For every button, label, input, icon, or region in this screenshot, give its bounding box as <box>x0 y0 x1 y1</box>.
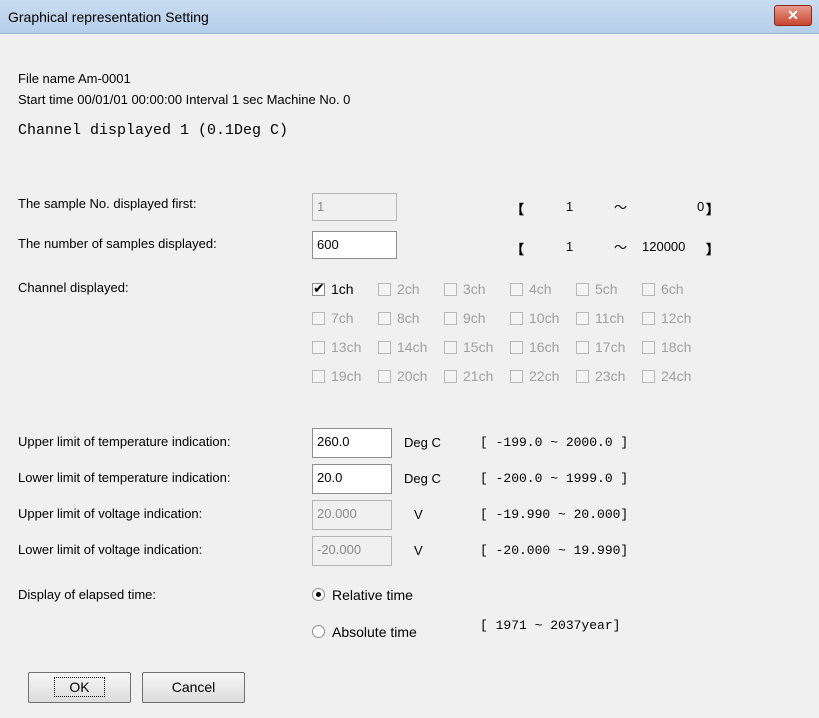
channel-label-3ch: 3ch <box>463 281 486 297</box>
channel-checkbox-6ch[interactable] <box>642 283 655 296</box>
close-button[interactable]: ✕ <box>774 5 812 26</box>
channel-label-19ch: 19ch <box>331 368 362 384</box>
start-time-text: Start time 00/01/01 00:00:00 Interval 1 … <box>18 92 351 107</box>
channel-checkbox-5ch[interactable] <box>576 283 589 296</box>
channel-displayed-label: Channel displayed: <box>18 280 129 295</box>
volt-lower-range: [ -20.000 ~ 19.990] <box>480 543 629 558</box>
sample-first-input[interactable]: 1 <box>312 193 397 221</box>
channel-label-8ch: 8ch <box>397 310 420 326</box>
volt-lower-unit: V <box>414 543 423 558</box>
channel-label-15ch: 15ch <box>463 339 494 355</box>
channel-checkbox-1ch[interactable]: ✔ <box>312 280 325 296</box>
channel-label-24ch: 24ch <box>661 368 692 384</box>
ok-button[interactable]: OK <box>28 672 131 703</box>
temp-upper-range: [ -199.0 ~ 2000.0 ] <box>480 435 629 450</box>
channel-checkbox-23ch[interactable] <box>576 370 589 383</box>
channel-checkbox-24ch[interactable] <box>642 370 655 383</box>
sample-count-range-close: 】 <box>706 242 720 257</box>
relative-time-radio[interactable] <box>312 588 325 601</box>
check-icon: ✔ <box>313 280 325 296</box>
temp-upper-label: Upper limit of temperature indication: <box>18 434 231 449</box>
sample-first-range-close: 】 <box>706 202 720 217</box>
channel-info-text: Channel displayed 1 (0.1Deg C) <box>18 122 289 139</box>
absolute-time-radio[interactable] <box>312 625 325 638</box>
window-title: Graphical representation Setting <box>8 9 209 25</box>
channel-checkbox-19ch[interactable] <box>312 370 325 383</box>
sample-count-range-open: 【 <box>511 242 525 257</box>
volt-upper-range: [ -19.990 ~ 20.000] <box>480 507 629 522</box>
sample-first-range-open: 【 <box>511 202 525 217</box>
temp-upper-unit: Deg C <box>404 435 441 450</box>
channel-checkbox-8ch[interactable] <box>378 312 391 325</box>
file-name-text: File name Am-0001 <box>18 71 131 86</box>
channel-label-11ch: 11ch <box>595 310 625 326</box>
volt-upper-input[interactable]: 20.000 <box>312 500 392 530</box>
absolute-time-label: Absolute time <box>332 624 417 640</box>
radio-selected-dot <box>316 592 321 597</box>
channel-label-10ch: 10ch <box>529 310 560 326</box>
channel-checkbox-10ch[interactable] <box>510 312 523 325</box>
channel-checkbox-20ch[interactable] <box>378 370 391 383</box>
channel-checkbox-16ch[interactable] <box>510 341 523 354</box>
channel-checkbox-4ch[interactable] <box>510 283 523 296</box>
temp-lower-input[interactable]: 20.0 <box>312 464 392 494</box>
channel-checkbox-7ch[interactable] <box>312 312 325 325</box>
sample-count-range-max: 120000 <box>642 239 686 254</box>
sample-first-label: The sample No. displayed first: <box>18 196 197 211</box>
channel-checkbox-21ch[interactable] <box>444 370 457 383</box>
channel-label-2ch: 2ch <box>397 281 420 297</box>
channel-label-4ch: 4ch <box>529 281 552 297</box>
channel-checkbox-2ch[interactable] <box>378 283 391 296</box>
channel-checkbox-17ch[interactable] <box>576 341 589 354</box>
channel-checkbox-3ch[interactable] <box>444 283 457 296</box>
volt-lower-input[interactable]: -20.000 <box>312 536 392 566</box>
channel-checkbox-12ch[interactable] <box>642 312 655 325</box>
channel-label-12ch: 12ch <box>661 310 692 326</box>
sample-first-range-sep: 〜 <box>614 200 628 215</box>
elapsed-range: [ 1971 ~ 2037year] <box>480 618 621 633</box>
channel-label-7ch: 7ch <box>331 310 354 326</box>
channel-label-13ch: 13ch <box>331 339 362 355</box>
channel-label-16ch: 16ch <box>529 339 560 355</box>
title-bar: Graphical representation Setting ✕ <box>0 0 819 34</box>
channel-label-22ch: 22ch <box>529 368 560 384</box>
volt-upper-label: Upper limit of voltage indication: <box>18 506 203 521</box>
channel-label-6ch: 6ch <box>661 281 684 297</box>
channel-label-1ch: 1ch <box>331 281 354 297</box>
channel-checkbox-13ch[interactable] <box>312 341 325 354</box>
channel-label-21ch: 21ch <box>463 368 494 384</box>
sample-count-label: The number of samples displayed: <box>18 236 217 251</box>
channel-label-20ch: 20ch <box>397 368 428 384</box>
volt-lower-label: Lower limit of voltage indication: <box>18 542 203 557</box>
sample-first-range-min: 1 <box>566 199 574 214</box>
channel-checkbox-15ch[interactable] <box>444 341 457 354</box>
temp-lower-range: [ -200.0 ~ 1999.0 ] <box>480 471 629 486</box>
relative-time-label: Relative time <box>332 587 413 603</box>
ok-button-label: OK <box>54 677 105 697</box>
sample-first-range-max: 0 <box>697 199 705 214</box>
channel-checkbox-14ch[interactable] <box>378 341 391 354</box>
temp-lower-label: Lower limit of temperature indication: <box>18 470 231 485</box>
channel-checkbox-11ch[interactable] <box>576 312 589 325</box>
temp-lower-unit: Deg C <box>404 471 441 486</box>
channel-label-17ch: 17ch <box>595 339 626 355</box>
cancel-button[interactable]: Cancel <box>142 672 245 703</box>
channel-checkbox-22ch[interactable] <box>510 370 523 383</box>
channel-checkbox-18ch[interactable] <box>642 341 655 354</box>
elapsed-time-label: Display of elapsed time: <box>18 587 157 602</box>
channel-label-5ch: 5ch <box>595 281 618 297</box>
close-icon: ✕ <box>787 7 799 23</box>
channel-label-14ch: 14ch <box>397 339 428 355</box>
temp-upper-input[interactable]: 260.0 <box>312 428 392 458</box>
channel-label-9ch: 9ch <box>463 310 486 326</box>
sample-count-range-sep: 〜 <box>614 240 628 255</box>
channel-label-23ch: 23ch <box>595 368 626 384</box>
channel-checkbox-9ch[interactable] <box>444 312 457 325</box>
sample-count-range-min: 1 <box>566 239 574 254</box>
volt-upper-unit: V <box>414 507 423 522</box>
sample-count-input[interactable]: 600 <box>312 231 397 259</box>
channel-label-18ch: 18ch <box>661 339 692 355</box>
